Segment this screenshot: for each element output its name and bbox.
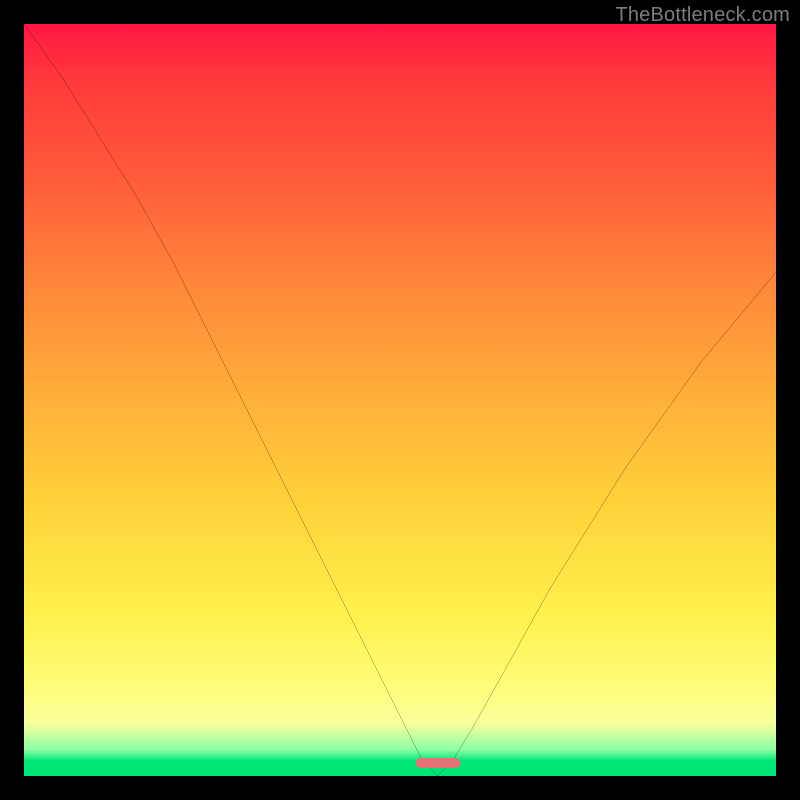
bottleneck-curve (24, 24, 776, 776)
chart-frame: TheBottleneck.com (0, 0, 800, 800)
optimal-range-marker (415, 758, 460, 768)
watermark-text: TheBottleneck.com (615, 4, 790, 27)
plot-area (24, 24, 776, 776)
